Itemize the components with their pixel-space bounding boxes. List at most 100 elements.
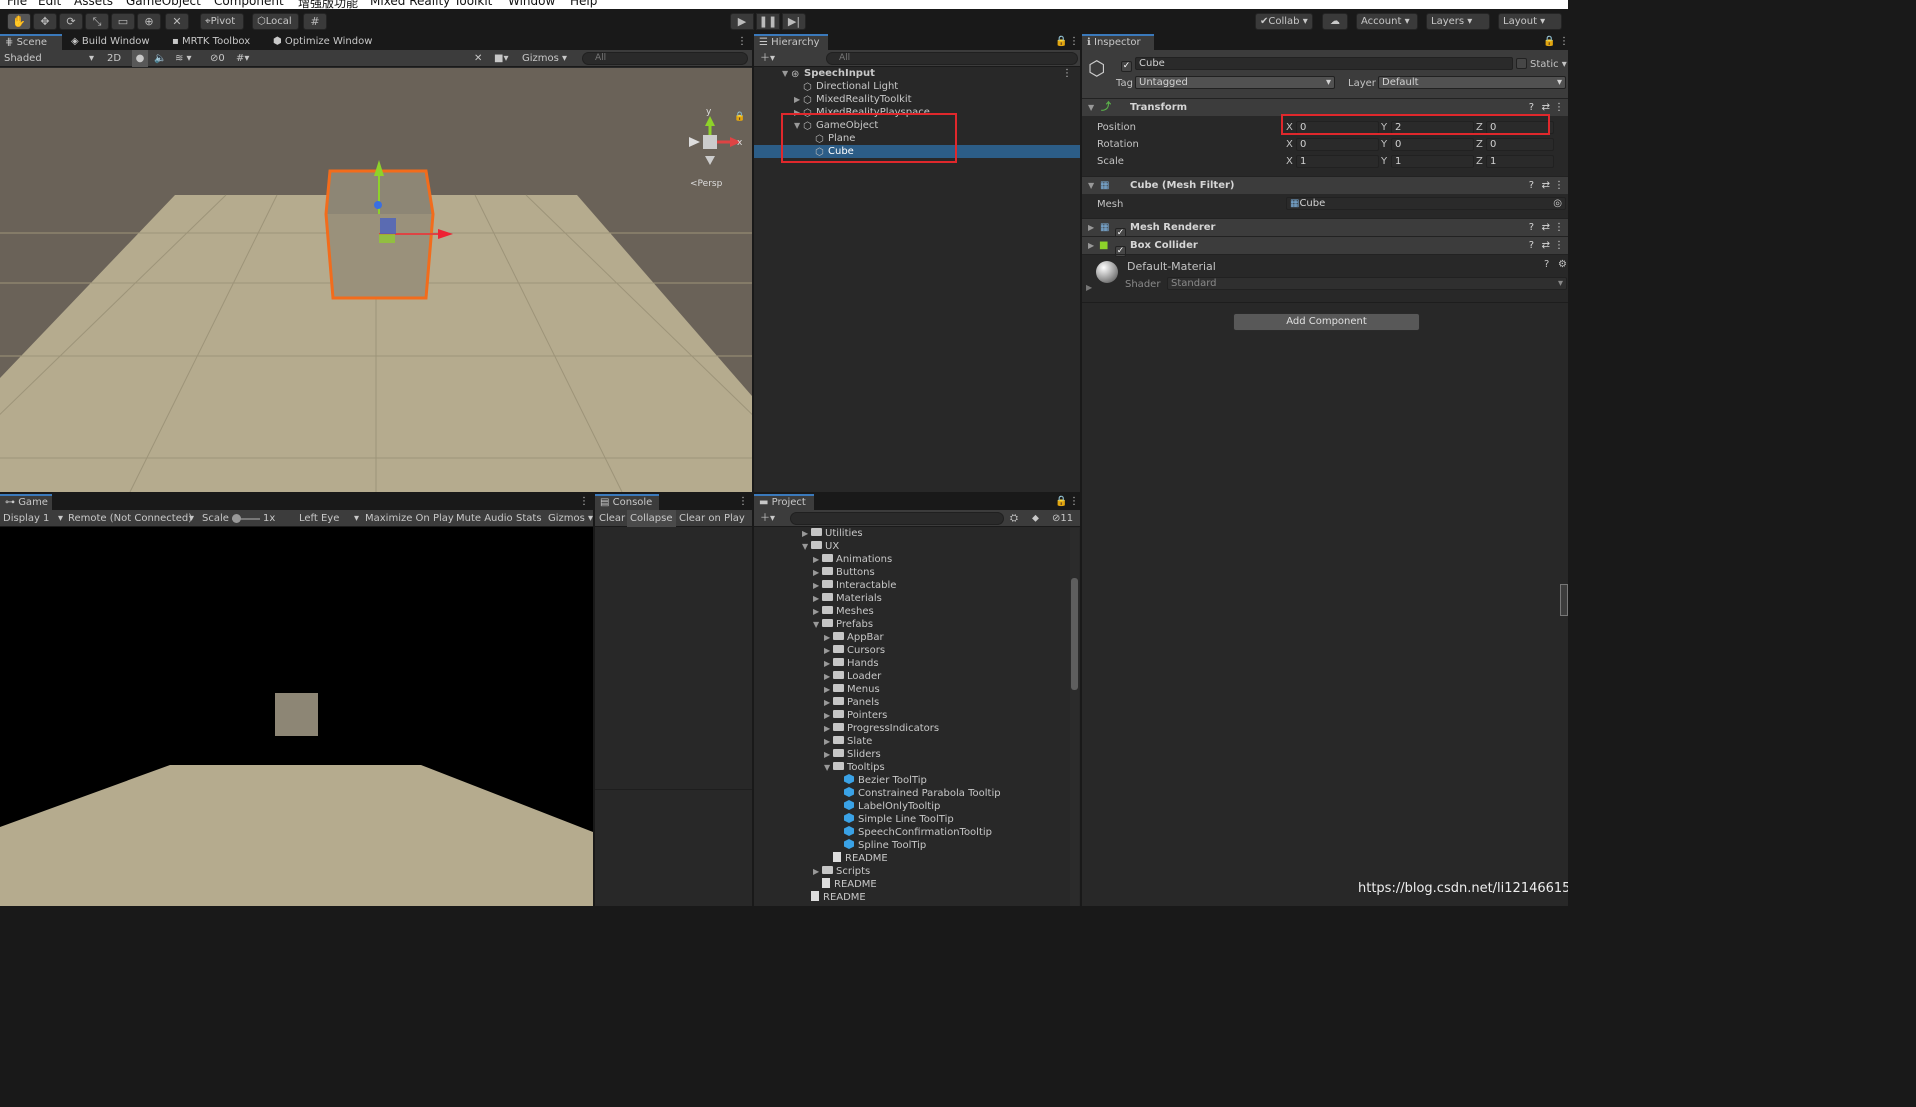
- plane-handle-xy[interactable]: [379, 234, 395, 243]
- foldout-arrow-icon[interactable]: ▶: [824, 748, 833, 761]
- foldout-arrow-icon[interactable]: ▶: [794, 93, 803, 106]
- menu-item-7[interactable]: Window: [508, 0, 555, 8]
- menu-item-6[interactable]: Mixed Reality Toolkit: [370, 0, 492, 8]
- foldout-arrow-icon[interactable]: ▶: [813, 579, 822, 592]
- foldout-arrow-icon[interactable]: ▼: [782, 67, 791, 80]
- axis-x-label[interactable]: X: [1286, 156, 1293, 167]
- transform-tool-icon[interactable]: ⊕: [137, 13, 161, 30]
- display-dropdown[interactable]: Display 1 ▾: [3, 510, 63, 527]
- foldout-arrow-icon[interactable]: ▶: [813, 566, 822, 579]
- project-item[interactable]: ▶ ProgressIndicators: [754, 722, 1068, 735]
- add-component-button[interactable]: Add Component: [1233, 313, 1420, 331]
- project-item[interactable]: ▶ Panels: [754, 696, 1068, 709]
- transform-z-field[interactable]: 0: [1486, 138, 1554, 151]
- project-item[interactable]: ▼ Prefabs: [754, 618, 1068, 631]
- axis-x-label[interactable]: X: [1286, 139, 1293, 150]
- tab-project[interactable]: ▬ Project: [754, 494, 814, 510]
- create-button[interactable]: ＋▾: [760, 50, 775, 67]
- project-item[interactable]: Constrained Parabola Tooltip: [754, 787, 1068, 800]
- shading-dropdown[interactable]: Shaded ▾: [4, 50, 96, 67]
- project-scrollbar[interactable]: [1070, 528, 1079, 906]
- collab-button[interactable]: ✔Collab ▾: [1255, 13, 1313, 30]
- hidden-objects-toggle[interactable]: ⊘0: [210, 50, 225, 67]
- foldout-arrow-icon[interactable]: ▶: [1088, 219, 1094, 236]
- tab-game[interactable]: ⊶ Game: [0, 494, 52, 510]
- tag-dropdown[interactable]: Untagged ▾: [1135, 76, 1335, 89]
- foldout-arrow-icon[interactable]: ▼: [824, 761, 833, 774]
- play-button[interactable]: ▶: [730, 13, 754, 30]
- remote-dropdown[interactable]: Remote (Not Connected) ▾: [68, 510, 194, 527]
- project-item[interactable]: SpeechConfirmationTooltip: [754, 826, 1068, 839]
- project-item[interactable]: Spline ToolTip: [754, 839, 1068, 852]
- project-item[interactable]: ▶ Hands: [754, 657, 1068, 670]
- object-name-field[interactable]: Cube: [1135, 57, 1513, 70]
- game-menu-icon[interactable]: ⋮: [574, 494, 593, 510]
- effects-toggle-icon[interactable]: ≋ ▾: [175, 50, 192, 67]
- foldout-arrow-icon[interactable]: ▼: [802, 540, 811, 553]
- project-item[interactable]: Simple Line ToolTip: [754, 813, 1068, 826]
- 2d-toggle[interactable]: 2D: [104, 50, 124, 67]
- menu-item-5[interactable]: 增强版功能: [298, 0, 358, 9]
- menu-item-8[interactable]: Help: [570, 0, 597, 8]
- foldout-arrow-icon[interactable]: ▶: [824, 709, 833, 722]
- scene-viewport[interactable]: y x <Persp 🔒: [0, 68, 752, 492]
- project-item[interactable]: ▶ Sliders: [754, 748, 1068, 761]
- cloud-button[interactable]: ☁: [1322, 13, 1348, 30]
- foldout-arrow-icon[interactable]: ▶: [824, 683, 833, 696]
- project-item[interactable]: ▶ Materials: [754, 592, 1068, 605]
- console-menu-icon[interactable]: ⋮: [733, 494, 752, 510]
- filter-label-icon[interactable]: ⬥: [1032, 510, 1039, 527]
- scene-menu-icon[interactable]: ⋮: [1062, 67, 1072, 80]
- presets-icon[interactable]: ⇄: [1542, 237, 1550, 254]
- local-button[interactable]: ⬡Local: [252, 13, 299, 30]
- pause-button[interactable]: ❚❚: [756, 13, 780, 30]
- foldout-arrow-icon[interactable]: ▶: [802, 527, 811, 540]
- filter-type-icon[interactable]: ⛭: [1010, 510, 1018, 527]
- hierarchy-item[interactable]: ▼ ⊛ SpeechInput ⋮: [754, 67, 1080, 80]
- inspector-menu-icon[interactable]: ⋮: [1554, 34, 1568, 50]
- collapse-toggle[interactable]: Collapse: [627, 510, 676, 527]
- active-checkbox[interactable]: ✓: [1121, 58, 1132, 72]
- project-item[interactable]: ▼ Tooltips: [754, 761, 1068, 774]
- project-item[interactable]: ▼ UX: [754, 540, 1068, 553]
- project-item[interactable]: ▶ Loader: [754, 670, 1068, 683]
- scale-slider-thumb[interactable]: [232, 514, 241, 523]
- camera-icon[interactable]: ■▾: [494, 50, 508, 67]
- maximize-on-play-toggle[interactable]: Maximize On Play: [365, 510, 454, 527]
- menu-item-2[interactable]: Assets: [74, 0, 113, 8]
- project-item[interactable]: Bezier ToolTip: [754, 774, 1068, 787]
- stats-toggle[interactable]: Stats: [516, 510, 542, 527]
- mesh-renderer-header[interactable]: ▶ ▦ ✓ Mesh Renderer ? ⇄ ⋮: [1082, 218, 1568, 239]
- foldout-arrow-icon[interactable]: ▶: [813, 553, 822, 566]
- rect-tool-icon[interactable]: ▭: [111, 13, 135, 30]
- menu-item-4[interactable]: Component: [214, 0, 284, 8]
- transform-z-field[interactable]: 1: [1486, 155, 1554, 168]
- foldout-arrow-icon[interactable]: ▶: [1086, 283, 1092, 292]
- help-icon[interactable]: ?: [1544, 259, 1549, 270]
- tools-icon[interactable]: ✕: [474, 50, 482, 67]
- transform-y-field[interactable]: 0: [1391, 138, 1474, 151]
- hierarchy-item[interactable]: ▶ ⬡ MixedRealityToolkit: [754, 93, 1080, 106]
- hierarchy-search-input[interactable]: All: [826, 52, 1078, 65]
- rotate-tool-icon[interactable]: ⟳: [59, 13, 83, 30]
- tab-optimize-window[interactable]: ⬢ Optimize Window: [268, 34, 377, 50]
- grid-snap-icon[interactable]: #: [303, 13, 327, 30]
- foldout-arrow-icon[interactable]: ▼: [1088, 177, 1094, 194]
- layers-dropdown[interactable]: Layers ▾: [1426, 13, 1490, 30]
- project-item[interactable]: ▶ Cursors: [754, 644, 1068, 657]
- game-gizmos-dropdown[interactable]: Gizmos ▾: [548, 510, 593, 527]
- layer-dropdown[interactable]: Default ▾: [1378, 76, 1566, 89]
- lock-icon[interactable]: 🔒: [734, 111, 745, 122]
- hierarchy-item[interactable]: ⬡ Directional Light: [754, 80, 1080, 93]
- hierarchy-menu-icon[interactable]: ⋮: [1064, 34, 1080, 50]
- menu-item-1[interactable]: Edit: [38, 0, 61, 8]
- foldout-arrow-icon[interactable]: ▼: [1088, 99, 1094, 116]
- mesh-filter-header[interactable]: ▼ ▦ Cube (Mesh Filter) ? ⇄ ⋮: [1082, 176, 1568, 194]
- tab-build-window[interactable]: ◈ Build Window: [66, 34, 155, 50]
- foldout-arrow-icon[interactable]: ▶: [813, 592, 822, 605]
- project-item[interactable]: README: [754, 878, 1068, 891]
- project-create-button[interactable]: ＋▾: [760, 510, 775, 527]
- foldout-arrow-icon[interactable]: ▶: [824, 722, 833, 735]
- project-search-input[interactable]: [790, 512, 1004, 525]
- project-menu-icon[interactable]: ⋮: [1064, 494, 1080, 510]
